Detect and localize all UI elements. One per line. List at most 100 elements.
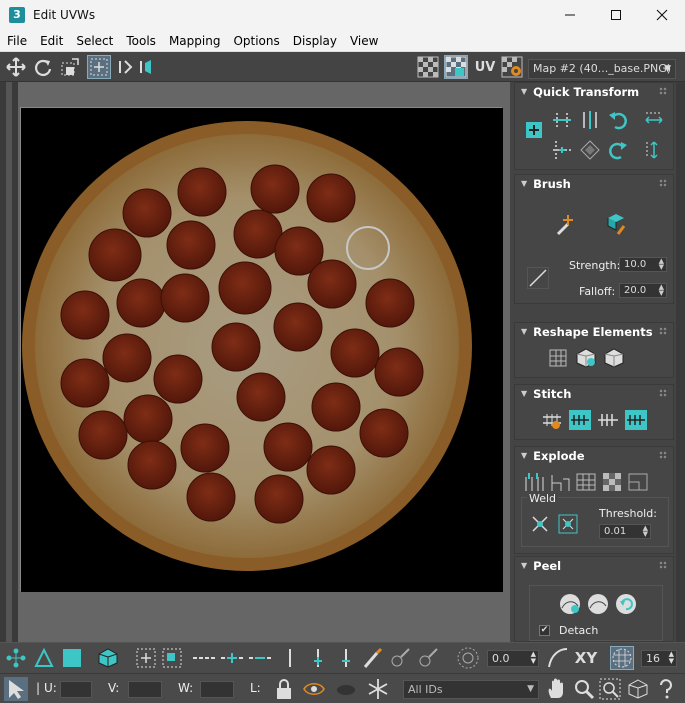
menu-view[interactable]: View [343,30,384,52]
straighten-selection-button[interactable] [545,345,571,371]
menu-select[interactable]: Select [69,30,119,52]
polygon-mode-button[interactable] [60,646,84,670]
element-cube-icon [98,648,118,668]
stitch-to-target-button[interactable] [623,407,649,433]
map-settings-button[interactable] [500,55,524,79]
grid-size-spinner[interactable]: 16 ▲ ▼ [641,650,677,667]
align-horizontal-button[interactable] [549,107,575,133]
rotate-ccw-button[interactable] [605,107,631,133]
uv-texture-frame[interactable] [20,107,503,592]
rotate-cw-button[interactable] [605,137,631,163]
flatten-by-polygon-button[interactable] [573,469,599,495]
set-pivot-button[interactable] [521,117,547,143]
material-ids-dropdown[interactable]: All IDs ▼ [403,680,539,699]
menu-options[interactable]: Options [226,30,285,52]
help-button[interactable] [654,677,678,701]
freeze-button[interactable] [366,677,390,701]
falloff-spinner[interactable]: 20.0 ▲ ▼ [619,283,667,298]
v-field[interactable] [128,681,162,698]
uv-toggle[interactable]: UV [472,55,498,79]
menu-edit[interactable]: Edit [33,30,69,52]
scale-button[interactable] [58,55,82,79]
menu-mapping[interactable]: Mapping [162,30,227,52]
quick-transform-rollout: ▼ Quick Transform [514,82,674,170]
w-field[interactable] [200,681,234,698]
map-dropdown[interactable]: Map #2 (40..._base.PNG) ▼ [528,59,676,79]
close-button[interactable] [639,0,685,30]
menu-display[interactable]: Display [286,30,343,52]
peel-mode-button[interactable] [585,591,611,617]
grow-ring-button[interactable] [306,646,330,670]
move-button[interactable] [4,55,28,79]
shrink-brush-button[interactable] [416,646,440,670]
falloff-curve-button[interactable] [546,646,570,670]
ring-button[interactable] [278,646,302,670]
flatten-by-smoothing-button[interactable] [599,469,625,495]
grow-selection-button[interactable] [134,646,158,670]
show-hide-button[interactable] [302,677,326,701]
edge-mode-button[interactable] [32,646,56,670]
brush-header[interactable]: ▼ Brush [515,175,673,193]
uv-viewport[interactable] [18,82,510,642]
loop-button[interactable] [192,646,216,670]
detach-checkbox[interactable]: ✔ [539,625,550,636]
quick-transform-header[interactable]: ▼ Quick Transform [515,83,673,101]
relax-button[interactable] [573,345,599,371]
align-to-edge-button[interactable] [549,137,575,163]
stitch-header[interactable]: ▼ Stitch [515,385,673,403]
shrink-loop-button[interactable] [248,646,272,670]
absolute-offset-button[interactable] [4,677,28,701]
menu-tools[interactable]: Tools [119,30,162,52]
show-grid-button[interactable] [444,55,468,79]
zoom-region-button[interactable] [598,677,622,701]
lock-selection-button[interactable] [272,677,296,701]
reset-peel-button[interactable] [613,591,639,617]
flip-button[interactable] [135,55,159,79]
grid-snap-button[interactable] [610,646,634,670]
u-field[interactable] [60,681,92,698]
pan-button[interactable] [544,677,568,701]
shrink-ring-button[interactable] [334,646,358,670]
paint-select-button[interactable] [360,646,384,670]
space-horizontal-button[interactable] [641,107,667,133]
mirror-icon [119,60,133,74]
space-vertical-button[interactable] [641,137,667,163]
maximize-button[interactable] [593,0,639,30]
quick-peel-button[interactable] [557,591,583,617]
minimize-button[interactable] [547,0,593,30]
angle-spinner[interactable]: 0.0 ▲ ▼ [487,650,539,667]
shrink-selection-button[interactable] [160,646,184,670]
freeform-mode-button[interactable] [87,55,111,79]
relax-brush-button[interactable] [601,211,627,237]
stitch-to-source-button[interactable] [567,407,593,433]
threshold-spinner[interactable]: 0.01 ▲ ▼ [599,524,651,539]
weld-target-button[interactable] [527,511,553,537]
strength-spinner[interactable]: 10.0 ▲ ▼ [619,257,667,272]
brush-falloff-curve-button[interactable] [525,265,551,291]
panel-scrollbar[interactable] [676,82,685,642]
soft-selection-button[interactable] [456,646,480,670]
show-map-button[interactable] [416,55,440,79]
reshape-header[interactable]: ▼ Reshape Elements [515,323,673,341]
align-vertical-button[interactable] [577,107,603,133]
paint-move-button[interactable] [553,211,579,237]
enlarge-brush-button[interactable] [388,646,412,670]
zoom-button[interactable] [572,677,596,701]
brush-title: Brush [533,177,571,191]
element-mode-button[interactable] [96,646,120,670]
hide-button[interactable] [334,677,358,701]
stitch-elements-button[interactable] [601,345,627,371]
zoom-extents-button[interactable] [626,677,650,701]
peel-header[interactable]: ▼ Peel [515,557,673,575]
flatten-by-material-button[interactable] [625,469,651,495]
xy-axis-toggle[interactable]: XY [572,646,600,670]
rotate-button[interactable] [31,55,55,79]
grow-loop-button[interactable] [220,646,244,670]
straighten-button[interactable] [577,137,603,163]
menu-file[interactable]: File [0,30,33,52]
weld-selected-button[interactable] [555,511,581,537]
vertex-mode-button[interactable] [4,646,28,670]
stitch-average-button[interactable] [595,407,621,433]
explode-header[interactable]: ▼ Explode [515,447,673,465]
stitch-custom-button[interactable] [539,407,565,433]
